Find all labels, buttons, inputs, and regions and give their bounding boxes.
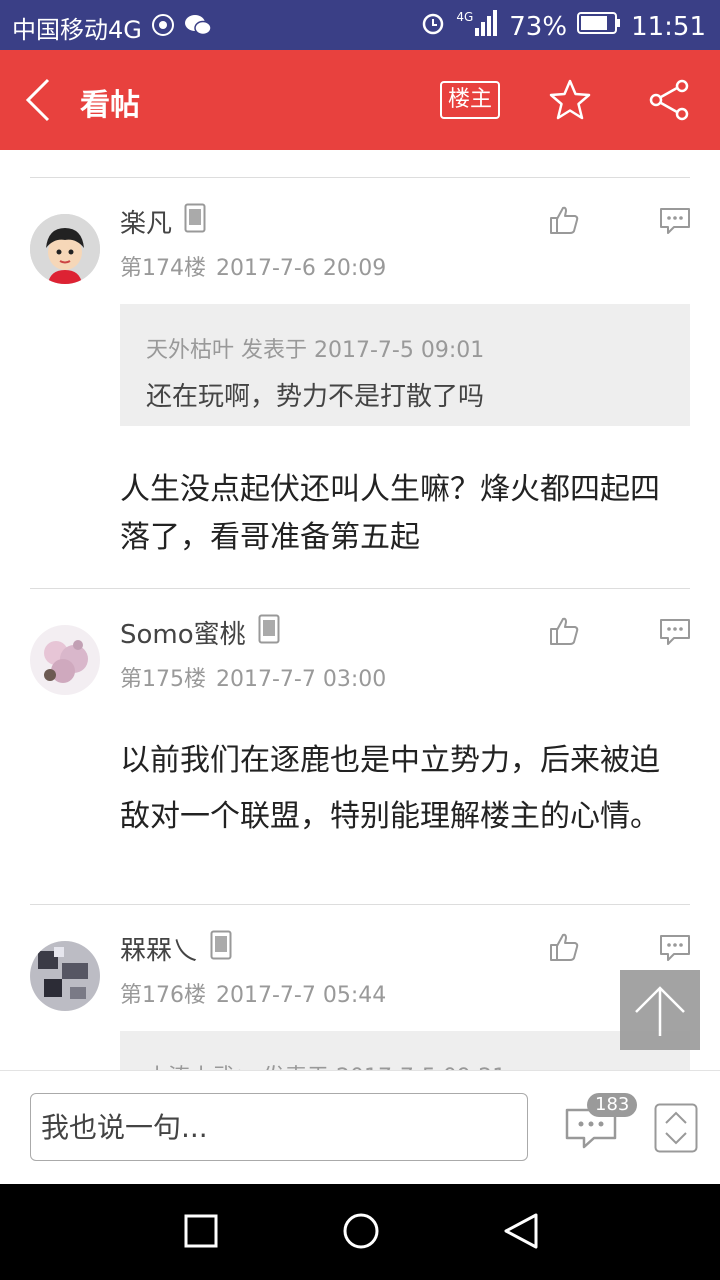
status-bar: 中国移动4G 4G 73% 11:51 (0, 0, 720, 50)
mobile-device-icon (184, 203, 206, 240)
quoted-post[interactable]: 小涛小武： 发表于 2017-7-5 09:21 (120, 1031, 690, 1070)
avatar[interactable] (30, 214, 100, 284)
post-time: 2017-7-7 03:00 (216, 667, 387, 692)
quote-meta: 天外枯叶 发表于 2017-7-5 09:01 (146, 338, 485, 363)
floor-number: 第175楼 (120, 667, 206, 692)
mobile-device-icon (210, 930, 232, 967)
app-header: 看帖 楼主 (0, 50, 720, 150)
arrow-up-icon (635, 986, 685, 1036)
floor-info: 第176楼 2017-7-7 05:44 (120, 977, 386, 1009)
comment-icon[interactable] (658, 206, 692, 240)
recents-icon[interactable] (184, 1214, 218, 1252)
thread-content[interactable]: 楽凡 第174楼 2017-7-6 20:09 天外枯叶 发表于 2017-7-5… (0, 150, 720, 1070)
username[interactable]: Somo蜜桃 (120, 614, 280, 651)
system-nav-bar (0, 1184, 720, 1280)
comment-icon[interactable] (658, 933, 692, 967)
floor-info: 第175楼 2017-7-7 03:00 (120, 661, 386, 693)
battery-icon (577, 11, 621, 42)
carrier-label: 中国移动4G (12, 16, 142, 44)
back-to-top-button[interactable] (620, 970, 700, 1050)
username-label: Somo蜜桃 (120, 620, 246, 650)
thumbs-up-icon[interactable] (548, 204, 580, 240)
star-icon[interactable] (548, 78, 592, 126)
share-icon[interactable] (648, 78, 692, 126)
home-icon[interactable] (342, 1212, 380, 1254)
divider (30, 177, 690, 178)
back-icon[interactable] (22, 78, 58, 122)
divider (30, 904, 690, 905)
username-label: 槑槑乀 (120, 936, 199, 966)
quoted-post[interactable]: 天外枯叶 发表于 2017-7-5 09:01 还在玩啊，势力不是打散了吗 (120, 304, 690, 426)
page-title: 看帖 (80, 88, 140, 123)
network-label: 4G (456, 10, 474, 24)
alarm-icon (420, 10, 446, 43)
username[interactable]: 楽凡 (120, 203, 206, 240)
reply-input[interactable]: 我也说一句... (30, 1093, 528, 1161)
thumbs-up-icon[interactable] (548, 615, 580, 651)
page-jump-icon[interactable] (654, 1103, 698, 1157)
floor-number: 第174楼 (120, 256, 206, 281)
back-nav-icon[interactable] (502, 1212, 540, 1254)
battery-label: 73% (509, 11, 568, 42)
username-label: 楽凡 (120, 209, 173, 239)
hotspot-icon (150, 12, 176, 44)
comment-icon[interactable] (658, 617, 692, 651)
username[interactable]: 槑槑乀 (120, 930, 232, 967)
avatar[interactable] (30, 625, 100, 695)
owner-only-button[interactable]: 楼主 (440, 81, 500, 119)
post-time: 2017-7-7 05:44 (216, 983, 387, 1008)
quote-meta: 小涛小武： 发表于 2017-7-5 09:21 (146, 1059, 506, 1070)
quote-text: 还在玩啊，势力不是打散了吗 (146, 382, 485, 412)
divider (30, 588, 690, 589)
wechat-icon (184, 13, 212, 43)
floor-info: 第174楼 2017-7-6 20:09 (120, 250, 386, 282)
post-time: 2017-7-6 20:09 (216, 256, 387, 281)
mobile-device-icon (258, 614, 280, 651)
avatar[interactable] (30, 941, 100, 1011)
comment-count-badge: 183 (587, 1093, 638, 1117)
thumbs-up-icon[interactable] (548, 931, 580, 967)
post-body: 人生没点起伏还叫人生嘛？烽火都四起四落了，看哥准备第五起 (120, 472, 660, 555)
floor-number: 第176楼 (120, 983, 206, 1008)
signal-icon (475, 10, 499, 43)
clock: 11:51 (631, 11, 706, 42)
post-body: 以前我们在逐鹿也是中立势力，后来被迫敌对一个联盟，特别能理解楼主的心情。 (120, 743, 660, 834)
reply-bar: 我也说一句... 183 (0, 1070, 720, 1185)
